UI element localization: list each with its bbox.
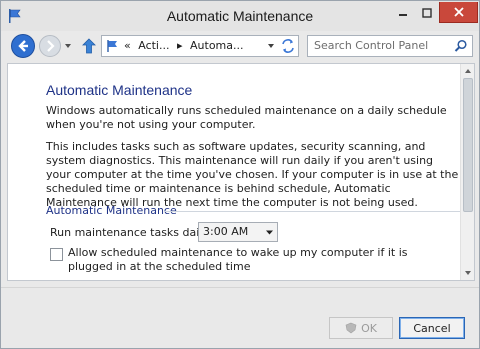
minimize-button[interactable] (391, 2, 415, 23)
page-title: Automatic Maintenance (46, 82, 193, 98)
run-time-select[interactable]: 3:00 AM (198, 222, 278, 242)
window: Automatic Maintenance « Acti... ▸ Automa… (0, 0, 480, 349)
ok-button[interactable]: OK (329, 317, 393, 339)
content-pane: Automatic Maintenance Windows automatica… (7, 63, 475, 281)
title-bar[interactable]: Automatic Maintenance (1, 1, 479, 31)
section-divider (164, 211, 460, 212)
maximize-icon (422, 7, 432, 18)
search-input[interactable]: Search Control Panel (307, 35, 473, 57)
navigation-bar: « Acti... ▸ Automa... Search Control Pan… (1, 31, 479, 61)
cancel-label: Cancel (413, 321, 451, 335)
wake-computer-label[interactable]: Allow scheduled maintenance to wake up m… (68, 246, 448, 274)
address-bar[interactable]: « Acti... ▸ Automa... (101, 35, 299, 57)
shield-icon (345, 322, 357, 334)
scrollbar-thumb[interactable] (463, 78, 473, 212)
breadcrumb-action-center[interactable]: Acti... (138, 39, 169, 52)
control-panel-icon (107, 40, 117, 52)
footer-divider (1, 287, 479, 288)
run-time-value: 3:00 AM (203, 225, 249, 238)
close-button[interactable] (439, 2, 478, 23)
up-arrow-icon[interactable] (81, 38, 97, 54)
scroll-down-icon[interactable] (463, 268, 473, 278)
breadcrumb-separator[interactable]: ▸ (177, 39, 183, 52)
wake-computer-checkbox[interactable] (50, 248, 63, 261)
close-icon (453, 7, 464, 17)
details-text: This includes tasks such as software upd… (46, 140, 459, 209)
chevron-down-icon[interactable] (266, 41, 276, 51)
scroll-up-icon[interactable] (463, 66, 473, 76)
back-button[interactable] (11, 34, 35, 58)
breadcrumb-overflow[interactable]: « (124, 39, 131, 52)
forward-button[interactable] (39, 35, 61, 57)
search-icon[interactable] (454, 39, 468, 53)
maximize-button[interactable] (415, 2, 439, 23)
cancel-button[interactable]: Cancel (399, 317, 465, 339)
arrow-left-icon (18, 40, 28, 52)
ok-label: OK (361, 321, 377, 335)
intro-text: Windows automatically runs scheduled mai… (46, 104, 447, 131)
arrow-right-icon (47, 40, 55, 52)
chevron-down-icon (266, 230, 273, 235)
search-placeholder: Search Control Panel (314, 39, 429, 52)
recent-locations-chevron-icon[interactable] (63, 41, 73, 51)
breadcrumb-automatic-maintenance[interactable]: Automa... (190, 39, 244, 52)
section-heading: Automatic Maintenance (46, 204, 177, 217)
breadcrumb: « Acti... ▸ Automa... (124, 39, 248, 52)
refresh-icon[interactable] (280, 38, 296, 54)
vertical-scrollbar[interactable] (460, 64, 474, 280)
minimize-icon (399, 13, 407, 16)
